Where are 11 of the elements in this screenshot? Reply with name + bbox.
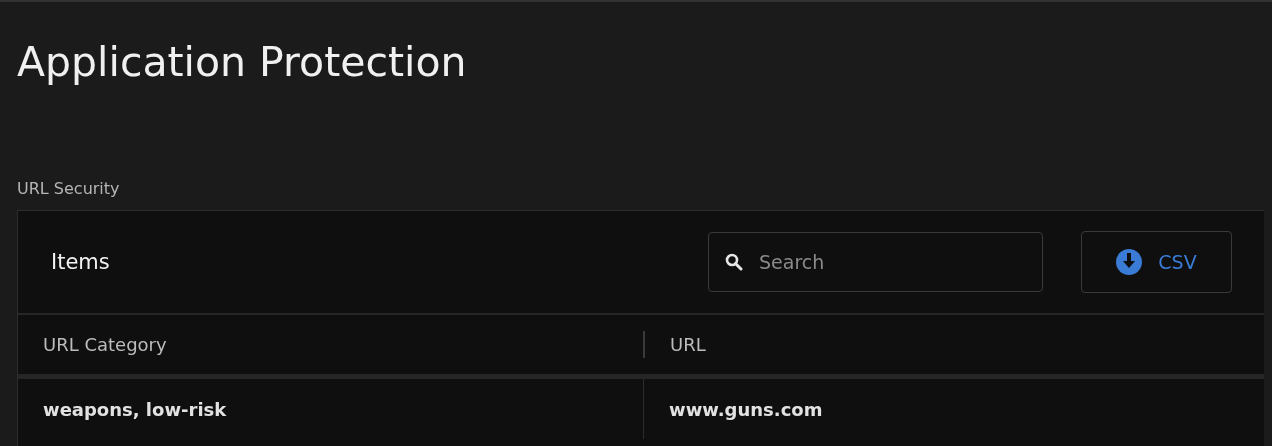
csv-download-button[interactable]: CSV: [1081, 231, 1232, 293]
search-icon: [725, 253, 743, 271]
column-header[interactable]: URL Category: [18, 315, 643, 374]
section-label: URL Security: [17, 179, 121, 200]
download-icon: [1116, 249, 1143, 275]
table-cell: www.guns.com: [643, 379, 1264, 439]
panel-title: Items: [51, 250, 111, 274]
column-header[interactable]: URL: [643, 331, 1264, 358]
search-field[interactable]: Search: [708, 232, 1043, 292]
table-cell-text: weapons, low-risk: [42, 397, 228, 422]
page-title: Application Protection: [17, 37, 468, 88]
